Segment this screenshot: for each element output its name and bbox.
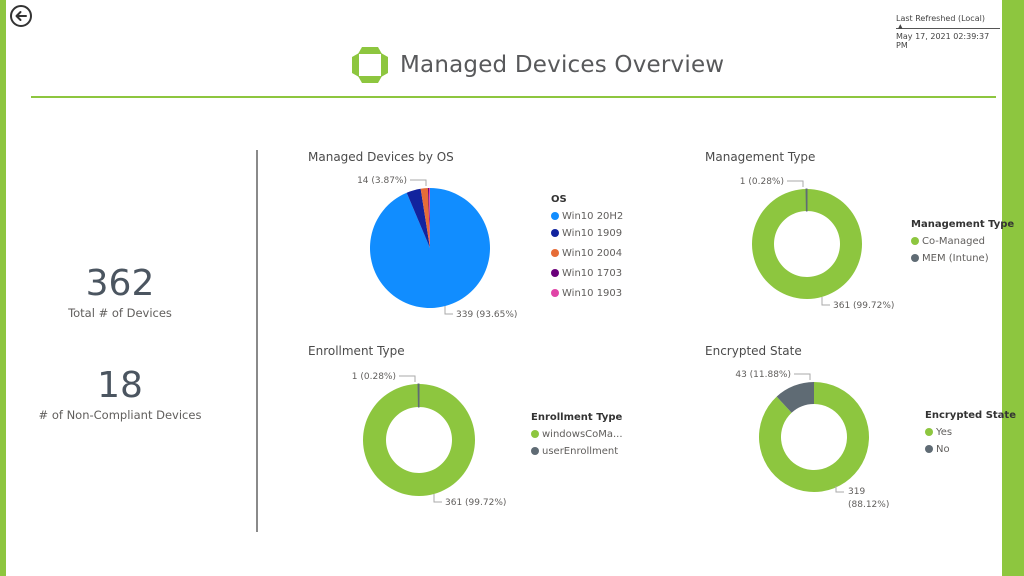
legend-label: Win10 1703 [562,267,623,279]
kpi-label: Total # of Devices [68,306,172,320]
legend-label: Win10 2004 [562,247,623,259]
kpi-value: 362 [85,263,155,304]
legend-item[interactable]: No [925,439,1016,459]
os-pie-chart[interactable]: 339 (93.65%) 14 (3.87%) [330,175,530,325]
legend-label: MEM (Intune) [922,252,989,264]
legend-item[interactable]: Co-Managed [911,234,1014,248]
svg-text:361 (99.72%): 361 (99.72%) [445,498,506,508]
kpi-total-devices: 362 Total # of Devices [20,263,220,321]
enrollment-type-legend: Enrollment Type windowsCoMa... userEnrollm… [531,412,623,461]
chart-title-enrollment: Enrollment Type [308,344,405,358]
data-label: 361 (99.72%) [433,494,506,508]
legend-marker-icon [531,430,539,438]
chart-title-os: Managed Devices by OS [308,150,454,164]
kpi-value: 18 [97,365,143,406]
management-type-legend: Management Type Co-Managed MEM (Intune) [911,219,1014,268]
four-segment-logo-icon [352,47,388,83]
svg-text:319: 319 [848,487,865,497]
divider [896,28,1000,29]
legend-marker-icon [531,447,539,455]
svg-text:1 (0.28%): 1 (0.28%) [352,372,396,382]
legend-item[interactable]: windowsCoMa... [531,427,623,441]
slice-mem-intune-[interactable] [805,188,808,212]
last-refreshed-label: Last Refreshed (Local) [896,14,985,23]
chart-title-management: Management Type [705,150,816,164]
data-label: 319 (88.12%) [835,486,889,510]
management-type-donut[interactable]: 361 (99.72%) 1 (0.28%) [730,175,930,325]
legend-marker-icon [551,269,559,277]
left-accent-bar [0,0,6,576]
legend-marker-icon [551,289,559,297]
back-button[interactable] [9,4,33,28]
last-refreshed: Last Refreshed (Local) ▲ May 17, 2021 02… [896,14,1000,50]
slice-userenrollment[interactable] [417,383,420,408]
data-label: 339 (93.65%) [444,306,517,320]
kpi-label: # of Non-Compliant Devices [38,408,202,422]
legend-title: Enrollment Type [531,412,623,423]
encrypted-state-legend: Encrypted State Yes No [925,410,1016,459]
svg-text:339 (93.65%): 339 (93.65%) [456,310,517,320]
legend-marker-icon [551,229,559,237]
legend-item[interactable]: Win10 1909 [551,223,623,243]
legend-item[interactable]: userEnrollment [531,441,623,461]
last-refreshed-value: May 17, 2021 02:39:37 PM [896,32,990,50]
legend-item[interactable]: Win10 1703 [551,263,623,283]
legend-marker-icon [551,212,559,220]
data-label: 1 (0.28%) [352,372,416,382]
legend-marker-icon [925,428,933,436]
svg-text:1 (0.28%): 1 (0.28%) [740,177,784,187]
right-accent-bar [1002,0,1024,576]
header-divider [31,96,996,98]
legend-item[interactable]: Win10 2004 [551,243,623,263]
kpi-divider [256,150,258,532]
legend-label: Yes [936,426,953,438]
legend-title: Management Type [911,219,1015,230]
legend-item[interactable]: Win10 1903 [551,283,623,303]
svg-text:14 (3.87%): 14 (3.87%) [357,176,407,186]
data-label: 14 (3.87%) [357,176,427,186]
legend-label: Win10 20H2 [562,210,624,222]
legend-marker-icon [911,254,919,262]
os-legend: OS Win10 20H2 Win10 1909 Win10 2004 Win10 17… [551,194,623,303]
encrypted-state-donut[interactable]: 319 (88.12%) 43 (11.88%) [730,370,930,520]
legend-label: Co-Managed [922,235,985,247]
legend-label: userEnrollment [542,445,619,457]
data-label: 361 (99.72%) [821,297,894,311]
data-label: 1 (0.28%) [740,177,804,187]
svg-text:43 (11.88%): 43 (11.88%) [735,370,791,380]
legend-item[interactable]: MEM (Intune) [911,248,1014,268]
legend-label: Win10 1903 [562,287,623,299]
page-title: Managed Devices Overview [400,52,725,78]
svg-text:(88.12%): (88.12%) [848,500,889,510]
legend-item[interactable]: Win10 20H2 [551,209,623,223]
legend-label: No [936,443,950,455]
legend-marker-icon [551,249,559,257]
kpi-non-compliant: 18 # of Non-Compliant Devices [20,365,220,423]
caret-up-icon: ▲ [898,23,903,30]
back-arrow-circle-icon [10,5,32,27]
legend-item[interactable]: Yes [925,425,1016,439]
enrollment-type-donut[interactable]: 361 (99.72%) 1 (0.28%) [330,370,530,520]
data-label: 43 (11.88%) [735,370,811,380]
svg-text:361 (99.72%): 361 (99.72%) [833,301,894,311]
legend-marker-icon [911,237,919,245]
legend-title: OS [551,194,567,205]
legend-label: windowsCoMa... [542,428,623,440]
legend-label: Win10 1909 [562,227,623,239]
legend-marker-icon [925,445,933,453]
page-header: Managed Devices Overview [350,44,724,86]
legend-title: Encrypted State [925,410,1016,421]
chart-title-encrypted: Encrypted State [705,344,802,358]
